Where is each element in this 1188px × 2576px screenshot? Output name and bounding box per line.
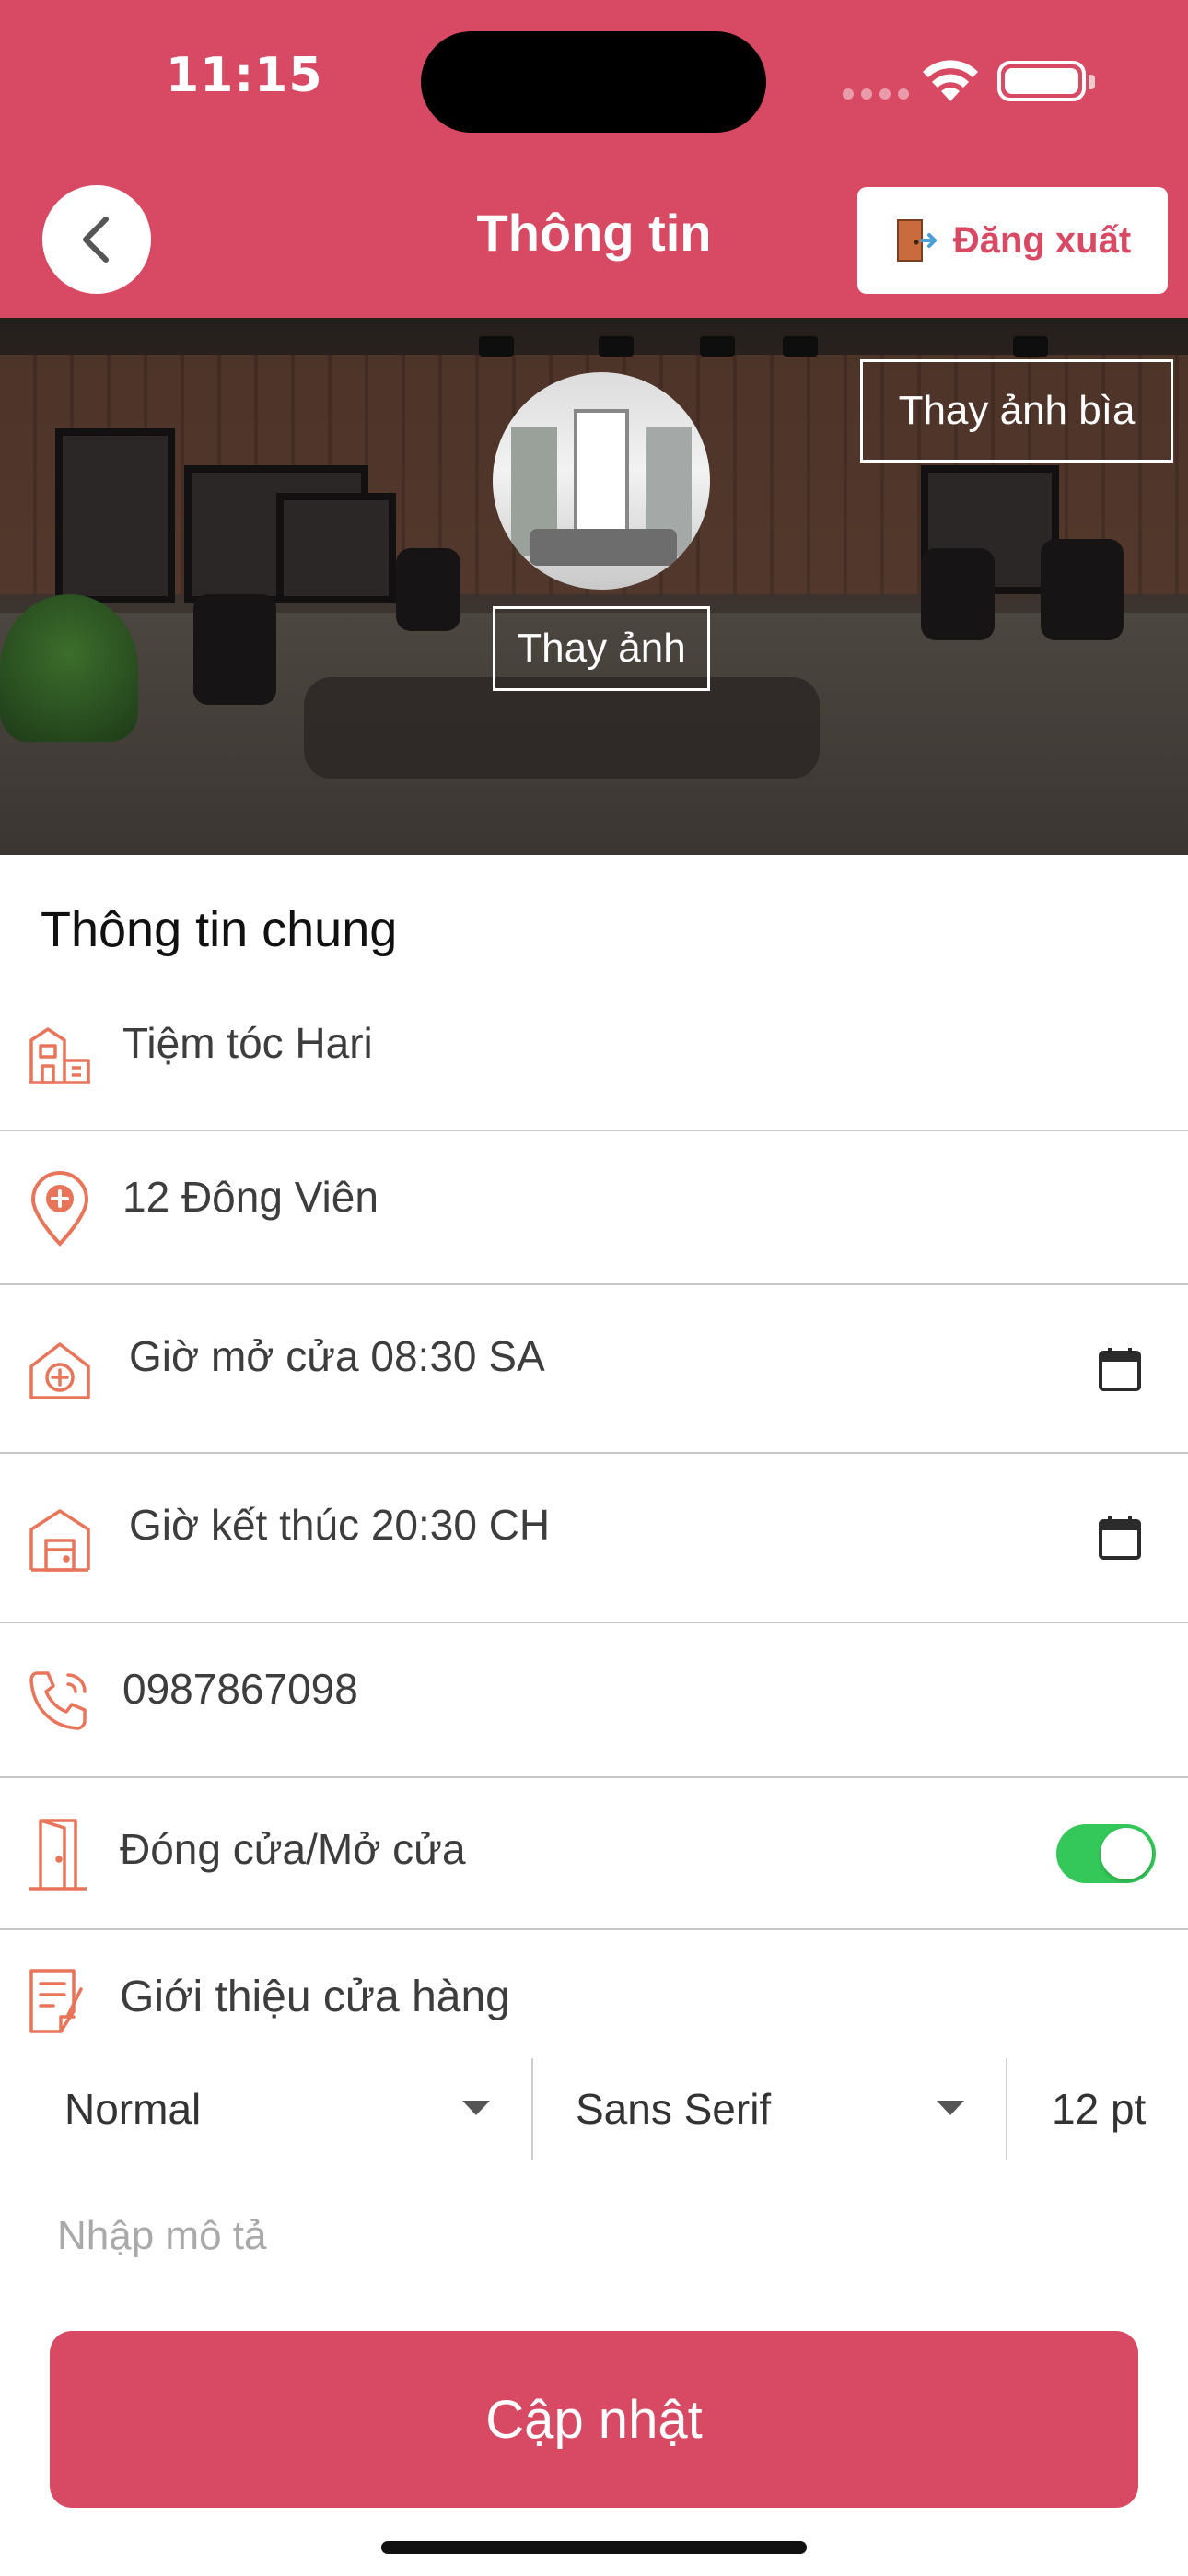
- phone-field[interactable]: 0987867098: [0, 1623, 1188, 1778]
- app-header: 11:15 Thông tin Đăng xuất: [0, 0, 1188, 318]
- address-field[interactable]: 12 Đông Viên: [0, 1131, 1188, 1285]
- logout-button[interactable]: Đăng xuất: [857, 187, 1168, 294]
- calendar-icon[interactable]: [1098, 1515, 1142, 1561]
- font-size-select[interactable]: 12 pt: [1052, 2058, 1146, 2160]
- change-cover-button[interactable]: Thay ảnh bìa: [860, 359, 1173, 463]
- open-close-toggle[interactable]: [1056, 1824, 1156, 1883]
- chevron-down-icon[interactable]: [937, 2101, 964, 2115]
- close-time-field[interactable]: Giờ kết thúc 20:30 CH: [0, 1454, 1188, 1623]
- store-building-icon: [29, 1027, 90, 1084]
- shop-avatar: [493, 372, 710, 590]
- change-avatar-button[interactable]: Thay ảnh: [493, 606, 710, 691]
- home-indicator: [381, 2541, 807, 2554]
- section-title: Thông tin chung: [41, 902, 398, 957]
- warehouse-icon: [29, 1509, 90, 1572]
- status-time: 11:15: [166, 48, 323, 103]
- phone-value: 0987867098: [122, 1665, 358, 1713]
- chevron-down-icon[interactable]: [462, 2101, 490, 2115]
- font-family-select[interactable]: Sans Serif: [576, 2058, 771, 2160]
- dynamic-island: [421, 31, 766, 133]
- address-value: 12 Đông Viên: [122, 1173, 379, 1221]
- close-time-value: Giờ kết thúc 20:30 CH: [129, 1501, 551, 1549]
- wifi-icon: [923, 60, 978, 101]
- battery-icon: [997, 61, 1095, 101]
- open-close-label: Đóng cửa/Mở cửa: [120, 1825, 466, 1873]
- door-icon: [29, 1819, 87, 1891]
- calendar-icon[interactable]: [1098, 1346, 1142, 1392]
- clinic-cross-icon: [29, 1342, 90, 1399]
- cellular-signal-icon: [843, 88, 909, 100]
- shop-name-field[interactable]: Tiệm tóc Hari: [0, 1000, 1188, 1131]
- phone-icon: [29, 1671, 87, 1730]
- door-exit-icon: [896, 219, 937, 262]
- intro-label: Giới thiệu cửa hàng: [120, 1973, 510, 2021]
- shop-name-value: Tiệm tóc Hari: [122, 1019, 373, 1067]
- location-pin-icon: [30, 1171, 89, 1247]
- open-time-field[interactable]: Giờ mở cửa 08:30 SA: [0, 1285, 1188, 1454]
- note-icon: [29, 1969, 83, 2033]
- update-button[interactable]: Cập nhật: [50, 2331, 1138, 2508]
- text-style-select[interactable]: Normal: [64, 2058, 201, 2160]
- editor-toolbar: Normal Sans Serif 12 pt: [0, 2058, 1188, 2160]
- logout-label: Đăng xuất: [952, 219, 1132, 261]
- open-time-value: Giờ mở cửa 08:30 SA: [129, 1332, 545, 1380]
- description-input[interactable]: Nhập mô tả: [57, 2213, 266, 2259]
- open-close-field: Đóng cửa/Mở cửa: [0, 1778, 1188, 1930]
